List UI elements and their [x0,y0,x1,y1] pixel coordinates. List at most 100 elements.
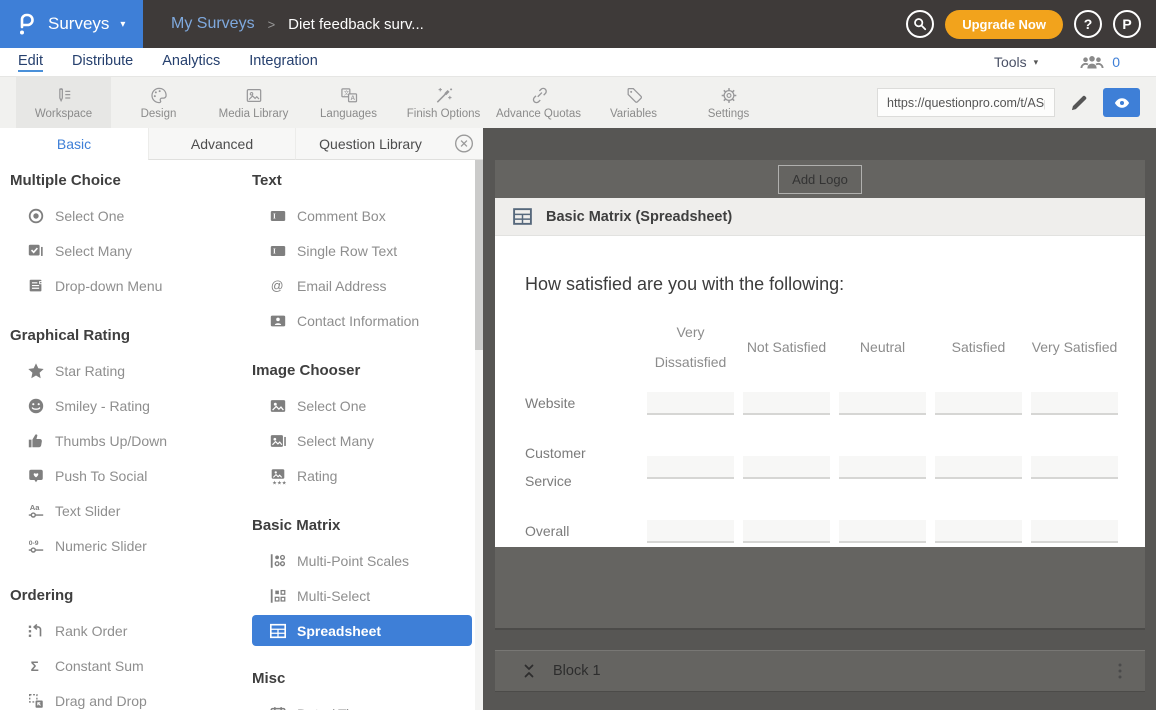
sidebar-tab-advanced[interactable]: Advanced [148,128,295,160]
close-circle-icon [454,134,474,154]
nav-tab-integration[interactable]: Integration [249,53,318,72]
chevron-down-icon: ▾ [1034,57,1039,68]
question-text[interactable]: How satisfied are you with the following… [525,274,1115,295]
block-name[interactable]: Block 1 [553,663,601,679]
toolbar-item-languages[interactable]: 文ALanguages [301,77,396,128]
question-card-body: How satisfied are you with the following… [495,236,1145,567]
matrix-input-cell[interactable] [935,520,1022,543]
matrix-input-cell[interactable] [743,520,830,543]
comment-box-icon: I [268,206,288,226]
section-multiple-choice: Multiple ChoiceSelect OneSelect ManyDrop… [10,172,252,303]
toolbar-item-workspace[interactable]: Workspace [16,77,111,128]
question-type-comment-box[interactable]: IComment Box [252,198,473,233]
question-type-drag-and-drop[interactable]: Drag and Drop [10,683,252,710]
question-type-contact-information[interactable]: Contact Information [252,303,473,338]
account-avatar[interactable]: P [1113,10,1141,38]
question-type-smiley-rating[interactable]: Smiley - Rating [10,388,252,423]
multiselect-icon [268,586,288,606]
survey-url-input[interactable] [877,88,1055,117]
question-type-label: Drop-down Menu [55,278,162,294]
matrix-input-cell[interactable] [647,456,734,479]
question-type-numeric-slider[interactable]: 0-9Numeric Slider [10,528,252,563]
matrix-input-cell[interactable] [647,520,734,543]
toolbar-item-label: Advance Quotas [496,108,581,120]
toolbar-item-advance-quotas[interactable]: Advance Quotas [491,77,586,128]
breadcrumb-current[interactable]: Diet feedback surv... [288,16,424,33]
section-image-chooser: Image ChooserSelect OneSelect Many★★★Rat… [252,362,473,493]
sidebar-scrollbar[interactable] [475,160,483,710]
collaborators-indicator[interactable]: 0 [1080,54,1120,70]
question-type-label: Constant Sum [55,658,144,674]
question-type-text-slider[interactable]: AaText Slider [10,493,252,528]
section-basic-matrix: Basic MatrixMulti-Point ScalesMulti-Sele… [252,517,473,646]
contact-card-icon [268,311,288,331]
matrix-input-cell[interactable] [1031,392,1118,415]
question-type-multi-point-scales[interactable]: Multi-Point Scales [252,543,473,578]
question-type-thumbs-up-down[interactable]: Thumbs Up/Down [10,423,252,458]
matrix-input-cell[interactable] [1031,456,1118,479]
question-type-rating[interactable]: ★★★Rating [252,458,473,493]
surveys-product-menu[interactable]: Surveys ▾ [0,0,143,48]
toolbar-item-variables[interactable]: Variables [586,77,681,128]
toolbar-item-settings[interactable]: Settings [681,77,776,128]
matrix-row-label: Website [525,389,647,417]
gear-icon [719,85,739,105]
matrix-column-header: Very Satisfied [1031,332,1127,362]
matrix-input-cell[interactable] [743,392,830,415]
pencil-icon[interactable] [1069,93,1089,113]
question-type-select-one[interactable]: Select One [10,198,252,233]
scrollbar-thumb[interactable] [475,160,483,350]
nav-tab-analytics[interactable]: Analytics [162,53,220,72]
matrix-input-cell[interactable] [935,392,1022,415]
question-type-date-time[interactable]: Date / Time [252,696,473,710]
question-type-select-many[interactable]: Select Many [252,423,473,458]
svg-text:I: I [273,212,276,220]
breadcrumb-parent[interactable]: My Surveys [171,15,255,33]
preview-button[interactable] [1103,88,1140,117]
matrix-input-cell[interactable] [1031,520,1118,543]
survey-toolbar: WorkspaceDesignMedia Library文ALanguagesF… [0,76,1156,128]
matrix-column-header: Satisfied [935,332,1031,362]
question-type-drop-down-menu[interactable]: Drop-down Menu [10,268,252,303]
question-type-push-to-social[interactable]: Push To Social [10,458,252,493]
matrix-input-cell[interactable] [839,392,926,415]
matrix-grid: Very DissatisfiedNot SatisfiedNeutralSat… [525,317,1115,545]
collapse-icon[interactable] [521,663,537,679]
sidebar-tab-question-library[interactable]: Question Library [295,128,445,160]
matrix-input-cell[interactable] [647,392,734,415]
toolbar-item-design[interactable]: Design [111,77,206,128]
matrix-input-cell[interactable] [935,456,1022,479]
sidebar-tab-basic[interactable]: Basic [0,128,148,160]
question-type-constant-sum[interactable]: ΣConstant Sum [10,648,252,683]
question-type-single-row-text[interactable]: ISingle Row Text [252,233,473,268]
matrix-row-website: Website [525,389,1115,417]
question-type-email-address[interactable]: @Email Address [252,268,473,303]
question-type-star-rating[interactable]: Star Rating [10,353,252,388]
question-type-rank-order[interactable]: Rank Order [10,613,252,648]
kebab-menu-icon[interactable] [1113,662,1127,680]
search-button[interactable] [906,10,934,38]
question-type-spreadsheet[interactable]: Spreadsheet [252,615,472,646]
question-type-select-one[interactable]: Select One [252,388,473,423]
matrix-input-cell[interactable] [839,456,926,479]
star-icon [26,361,46,381]
upgrade-now-button[interactable]: Upgrade Now [945,10,1063,39]
matrix-input-cell[interactable] [839,520,926,543]
question-type-select-many[interactable]: Select Many [10,233,252,268]
toolbar-item-media-library[interactable]: Media Library [206,77,301,128]
matrix-input-cell[interactable] [743,456,830,479]
question-card-header[interactable]: Basic Matrix (Spreadsheet) [495,198,1145,236]
block-bar[interactable]: Block 1 [495,650,1145,692]
nav-tab-distribute[interactable]: Distribute [72,53,133,72]
matrix-row-label: Customer Service [525,439,647,495]
tools-menu[interactable]: Tools ▾ [994,54,1038,70]
help-button[interactable]: ? [1074,10,1102,38]
links-icon [529,85,549,105]
toolbar-item-finish-options[interactable]: Finish Options [396,77,491,128]
close-sidebar-button[interactable] [445,128,483,160]
add-logo-button[interactable]: Add Logo [778,165,862,194]
question-type-multi-select[interactable]: Multi-Select [252,578,473,613]
wand-icon [434,85,454,105]
survey-canvas: Add Logo Basic Matrix (Spreadsheet) How … [483,128,1156,710]
nav-tab-edit[interactable]: Edit [18,53,43,72]
